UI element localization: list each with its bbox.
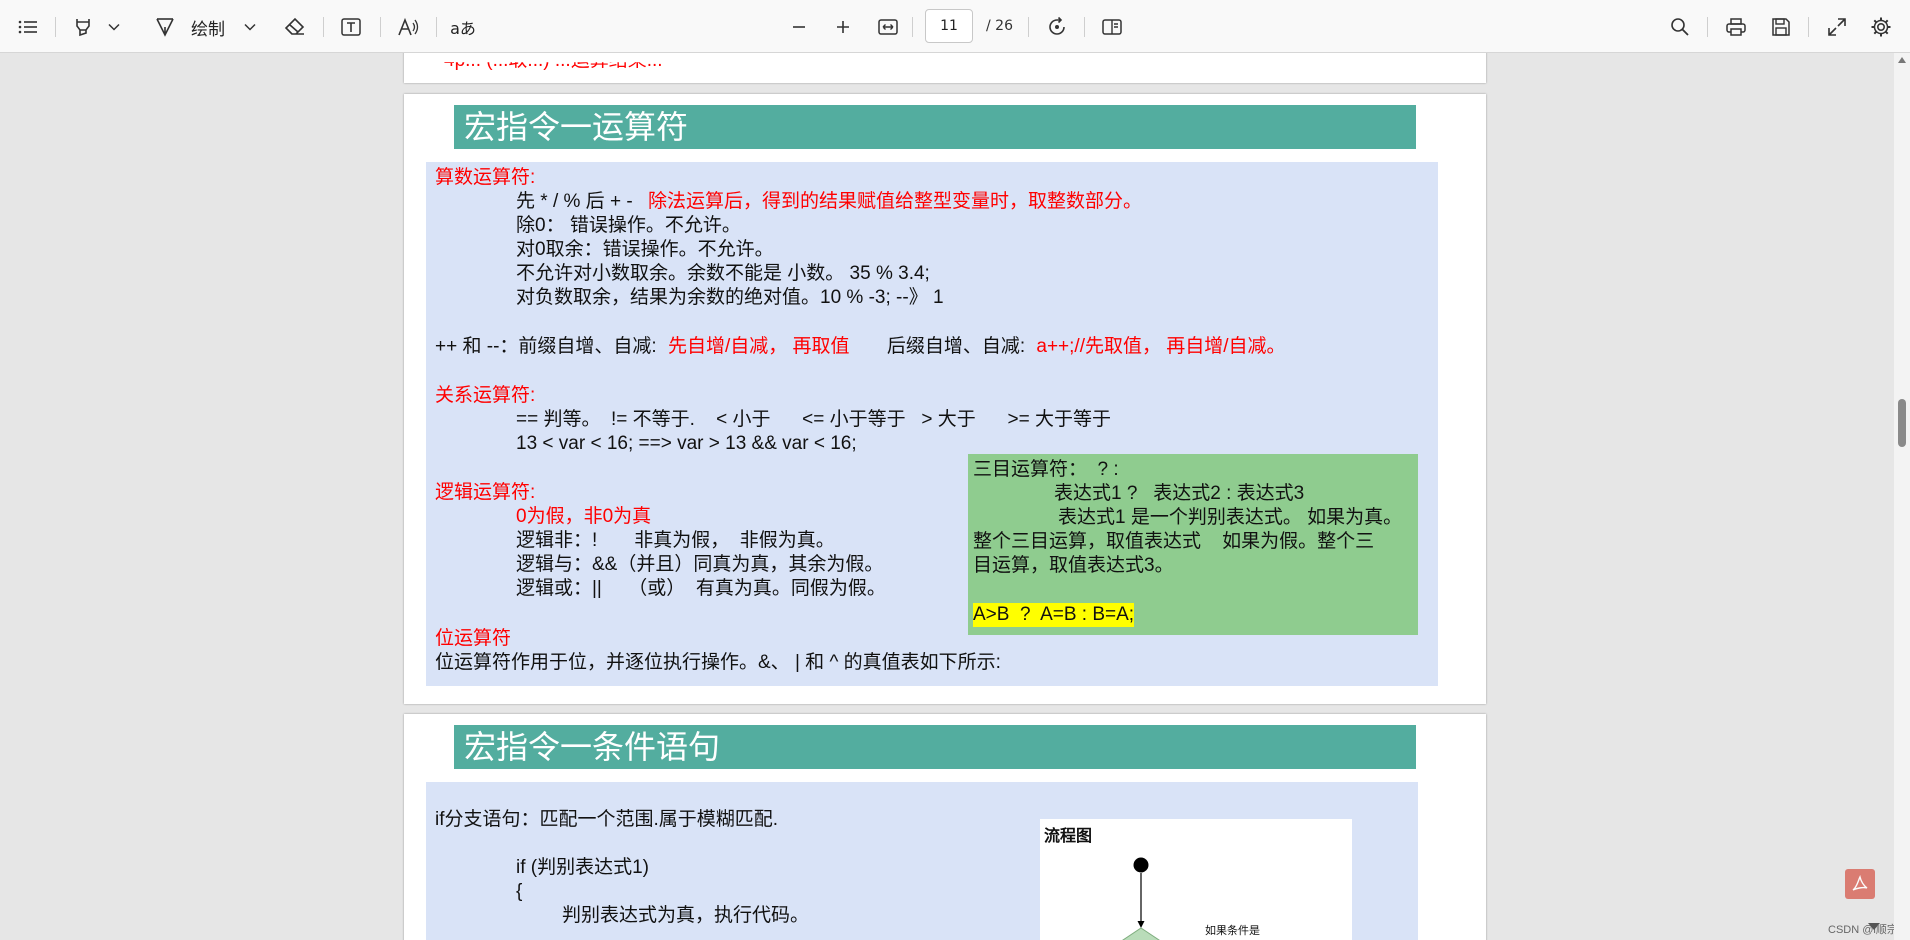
arith-title: 算数运算符: bbox=[435, 167, 536, 188]
page-view-icon[interactable] bbox=[1097, 12, 1127, 42]
arith-line-4: 不允许对小数取余。余数不能是 小数。 35 % 3.4; bbox=[516, 263, 930, 284]
watermark-text: CSDN @l顺宗 bbox=[1828, 924, 1894, 936]
pdf-page-conditions: 宏指令一条件语句 if分支语句：匹配一个范围.属于模糊匹配. if (判别表达式… bbox=[404, 714, 1486, 940]
draw-icon[interactable] bbox=[150, 12, 180, 42]
scrollbar-thumb[interactable] bbox=[1898, 399, 1906, 447]
if-line-2: if (判别表达式1) bbox=[516, 857, 650, 878]
flow-decision-node bbox=[1122, 927, 1160, 940]
increment-line: ++ 和 --：前缀自增、自减: 先自增/自减， 再取值 后缀自增、自减: a+… bbox=[435, 335, 1286, 359]
pdf-toolbar: 绘制 aあ 11 / 26 bbox=[0, 0, 1910, 53]
pdf-page-previous: 4p... (...取...) ...运算结果... bbox=[404, 53, 1486, 83]
search-icon[interactable] bbox=[1665, 12, 1695, 42]
ternary-line-5: 目运算，取值表达式3。 bbox=[973, 555, 1174, 576]
zoom-in-icon[interactable] bbox=[828, 12, 858, 42]
chevron-down-icon[interactable] bbox=[240, 12, 260, 42]
inc-black-2: 后缀自增、自减: bbox=[886, 336, 1026, 357]
conditions-content-block: if分支语句：匹配一个范围.属于模糊匹配. if (判别表达式1) { 判别表达… bbox=[426, 782, 1418, 940]
if-line-3: { bbox=[516, 881, 523, 902]
arith-line-1-red: 除法运算后，得到的结果赋值给整型变量时，取整数部分。 bbox=[647, 191, 1142, 212]
ternary-line-4: 整个三目运算，取值表达式 如果为假。整个三 bbox=[973, 531, 1375, 552]
logic-line-1: 0为假，非0为真 bbox=[516, 506, 652, 527]
ternary-box: 三目运算符： ? : 表达式1 ? 表达式2 : 表达式3 表达式1 是一个判别… bbox=[968, 454, 1418, 635]
pdf-app-icon[interactable] bbox=[1845, 869, 1875, 899]
flowchart-image: 流程图 如果条件是 bbox=[1040, 819, 1352, 940]
document-viewer[interactable]: 4p... (...取...) ...运算结果... 宏指令一运算符 算数运算符… bbox=[0, 53, 1894, 940]
ternary-line-1: 三目运算符： ? : bbox=[973, 459, 1119, 480]
scroll-up-arrow-icon[interactable] bbox=[1898, 57, 1906, 63]
ternary-line-2: 表达式1 ? 表达式2 : 表达式3 bbox=[1054, 483, 1305, 504]
rel-line-1: == 判等。 != 不等于. < 小于 <= 小于等于 > 大于 >= 大于等于 bbox=[516, 409, 1111, 430]
inc-red-2: a++;//先取值， 再自增/自减。 bbox=[1036, 336, 1286, 357]
bit-title: 位运算符 bbox=[435, 628, 512, 649]
logic-line-3: 逻辑与：&&（并且）同真为真，其余为假。 bbox=[516, 554, 884, 575]
translate-icon: aあ bbox=[450, 19, 476, 38]
inc-black-1: ++ 和 --：前缀自增、自减: bbox=[435, 336, 657, 357]
arith-line-1: 先 * / % 后 + - 除法运算后，得到的结果赋值给整型变量时，取整数部分。 bbox=[516, 190, 1142, 214]
arith-line-3: 对0取余：错误操作。不允许。 bbox=[516, 239, 774, 260]
arith-line-1-black: 先 * / % 后 + - bbox=[516, 191, 633, 212]
draw-button[interactable]: 绘制 bbox=[188, 12, 228, 42]
flow-arrow-head bbox=[1137, 921, 1145, 928]
draw-label: 绘制 bbox=[191, 19, 225, 40]
bit-line-1: 位运算符作用于位，并逐位执行操作。&、 | 和 ^ 的真值表如下所示: bbox=[435, 652, 1001, 673]
operators-content-block: 算数运算符: 先 * / % 后 + - 除法运算后，得到的结果赋值给整型变量时… bbox=[426, 162, 1438, 686]
ternary-example: A>B ? A=B : B=A; bbox=[973, 603, 1135, 627]
arith-line-2: 除0： 错误操作。不允许。 bbox=[516, 215, 741, 236]
fullscreen-icon[interactable] bbox=[1822, 12, 1852, 42]
arith-line-5: 对负数取余，结果为余数的绝对值。10 % -3; --》 1 bbox=[516, 287, 944, 308]
inc-red-1: 先自增/自减， 再取值 bbox=[667, 336, 850, 357]
toolbar-divider bbox=[912, 17, 913, 37]
highlight-icon[interactable] bbox=[68, 12, 98, 42]
page-number-input[interactable]: 11 bbox=[925, 9, 973, 43]
contents-icon[interactable] bbox=[14, 12, 42, 42]
toolbar-divider bbox=[323, 17, 324, 37]
rel-title: 关系运算符: bbox=[435, 385, 536, 406]
rotate-icon[interactable] bbox=[1042, 12, 1072, 42]
page-total: / 26 bbox=[986, 18, 1013, 34]
translate-button[interactable]: aあ bbox=[448, 12, 478, 42]
toolbar-divider bbox=[1084, 17, 1085, 37]
scroll-down-arrow-icon[interactable] bbox=[1868, 923, 1880, 930]
pdf-page-operators: 宏指令一运算符 算数运算符: 先 * / % 后 + - 除法运算后，得到的结果… bbox=[404, 94, 1486, 704]
vertical-scrollbar[interactable] bbox=[1894, 53, 1910, 940]
toolbar-divider bbox=[1707, 17, 1708, 37]
if-line-1: if分支语句：匹配一个范围.属于模糊匹配. bbox=[435, 809, 779, 830]
chevron-down-icon[interactable] bbox=[104, 12, 124, 42]
flowchart-diagram bbox=[1122, 857, 1160, 940]
logic-line-4: 逻辑或：|| （或） 有真为真。同假为假。 bbox=[516, 578, 886, 599]
flow-start-node bbox=[1133, 857, 1149, 873]
if-line-4: 判别表达式为真，执行代码。 bbox=[562, 905, 810, 926]
settings-gear-icon[interactable] bbox=[1866, 12, 1896, 42]
toolbar-divider bbox=[380, 17, 381, 37]
print-icon[interactable] bbox=[1721, 12, 1751, 42]
section-banner-conditions: 宏指令一条件语句 bbox=[454, 725, 1416, 769]
logic-title: 逻辑运算符: bbox=[435, 482, 536, 503]
text-box-icon[interactable] bbox=[336, 12, 366, 42]
toolbar-divider bbox=[1028, 17, 1029, 37]
toolbar-divider bbox=[436, 17, 437, 37]
flowchart-note: 如果条件是 bbox=[1205, 925, 1260, 937]
ternary-line-3: 表达式1 是一个判别表达式。 如果为真。 bbox=[1058, 507, 1403, 528]
section-banner-operators: 宏指令一运算符 bbox=[454, 105, 1416, 149]
toolbar-divider bbox=[55, 17, 56, 37]
rel-line-2: 13 < var < 16; ==> var > 13 && var < 16; bbox=[516, 433, 857, 454]
save-icon[interactable] bbox=[1766, 12, 1796, 42]
toolbar-divider bbox=[1808, 17, 1809, 37]
zoom-out-icon[interactable] bbox=[784, 12, 814, 42]
logic-line-2: 逻辑非：! 非真为假， 非假为真。 bbox=[516, 530, 835, 551]
fit-width-icon[interactable] bbox=[873, 12, 903, 42]
previous-page-text: 4p... (...取...) ...运算结果... bbox=[444, 53, 663, 71]
eraser-icon[interactable] bbox=[280, 12, 310, 42]
read-aloud-icon[interactable] bbox=[393, 12, 423, 42]
